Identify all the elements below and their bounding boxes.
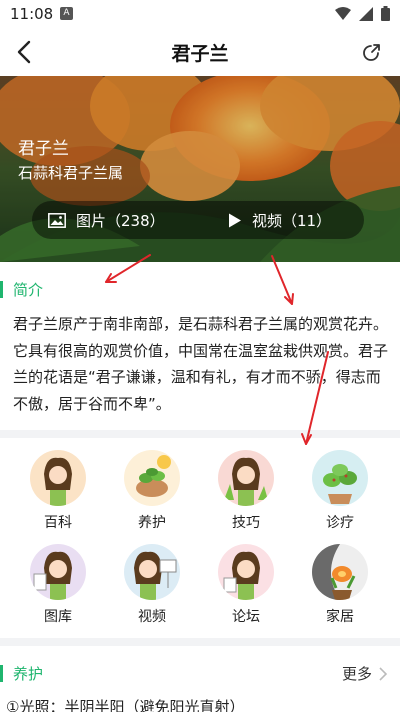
grid-label: 家居 [326, 609, 354, 625]
status-time: 11:08 [10, 5, 54, 23]
grid-item-forum[interactable]: 论坛 [206, 544, 286, 626]
pictures-label: 图片（238） [76, 211, 165, 230]
page-title: 君子兰 [171, 43, 229, 65]
feature-grid: 百科 养护 技巧 诊疗 图库 视频 论坛 家居 [0, 446, 400, 632]
more-button[interactable]: 更多 [342, 663, 388, 684]
share-icon[interactable] [362, 42, 382, 62]
care-plant-icon [124, 450, 180, 506]
section-divider [0, 638, 400, 646]
grid-item-video[interactable]: 视频 [112, 544, 192, 626]
grid-label: 技巧 [232, 515, 260, 531]
grid-label: 视频 [138, 609, 166, 625]
grid-label: 养护 [138, 515, 166, 531]
grid-item-diagnosis[interactable]: 诊疗 [300, 450, 380, 532]
gallery-avatar-icon [30, 544, 86, 600]
intro-heading: 简介 [13, 281, 44, 299]
grid-item-encyclopedia[interactable]: 百科 [18, 450, 98, 532]
grid-item-gallery[interactable]: 图库 [18, 544, 98, 626]
care-heading: 养护 [13, 665, 44, 683]
hero-banner[interactable]: 君子兰 石蒜科君子兰属 图片（238） 视频（11） [0, 76, 400, 262]
status-icons [335, 6, 390, 21]
plant-name: 君子兰 [18, 139, 69, 159]
video-avatar-icon [124, 544, 180, 600]
section-divider [0, 430, 400, 438]
forum-avatar-icon [218, 544, 274, 600]
grid-label: 诊疗 [326, 515, 354, 531]
wifi-icon [335, 6, 351, 20]
chevron-right-icon [379, 666, 388, 681]
navigation-bar: 君子兰 [0, 28, 400, 76]
signal-icon [359, 6, 373, 21]
home-decor-icon [312, 544, 368, 600]
care-section-header: 养护 更多 [0, 660, 400, 688]
play-icon [229, 213, 241, 227]
notification-icon: A [60, 7, 73, 20]
intro-text: 君子兰原产于南非南部，是石蒜科君子兰属的观赏花卉。它具有很高的观赏价值，中国常在… [13, 315, 389, 413]
diagnosis-plant-icon [312, 450, 368, 506]
battery-icon [381, 6, 390, 21]
more-label: 更多 [341, 665, 372, 683]
pictures-button[interactable]: 图片（238） [48, 201, 165, 239]
media-pill: 图片（238） 视频（11） [32, 201, 364, 239]
image-icon [48, 212, 66, 228]
plant-family: 石蒜科君子兰属 [18, 164, 124, 182]
section-accent-bar [0, 665, 3, 682]
videos-label: 视频（11） [252, 211, 332, 230]
grid-item-home[interactable]: 家居 [300, 544, 380, 626]
grid-item-care[interactable]: 养护 [112, 450, 192, 532]
grid-label: 论坛 [232, 609, 260, 625]
section-accent-bar [0, 281, 3, 298]
videos-button[interactable]: 视频（11） [228, 201, 331, 239]
tips-avatar-icon [218, 450, 274, 506]
encyclopedia-avatar-icon [30, 450, 86, 506]
grid-item-tips[interactable]: 技巧 [206, 450, 286, 532]
intro-section-header: 简介 [0, 276, 400, 304]
grid-label: 图库 [44, 609, 72, 625]
grid-label: 百科 [44, 515, 72, 531]
care-first-line: ①光照：半阴半阳（避免阳光直射） [6, 698, 245, 712]
status-bar: 11:08 A [0, 0, 400, 28]
